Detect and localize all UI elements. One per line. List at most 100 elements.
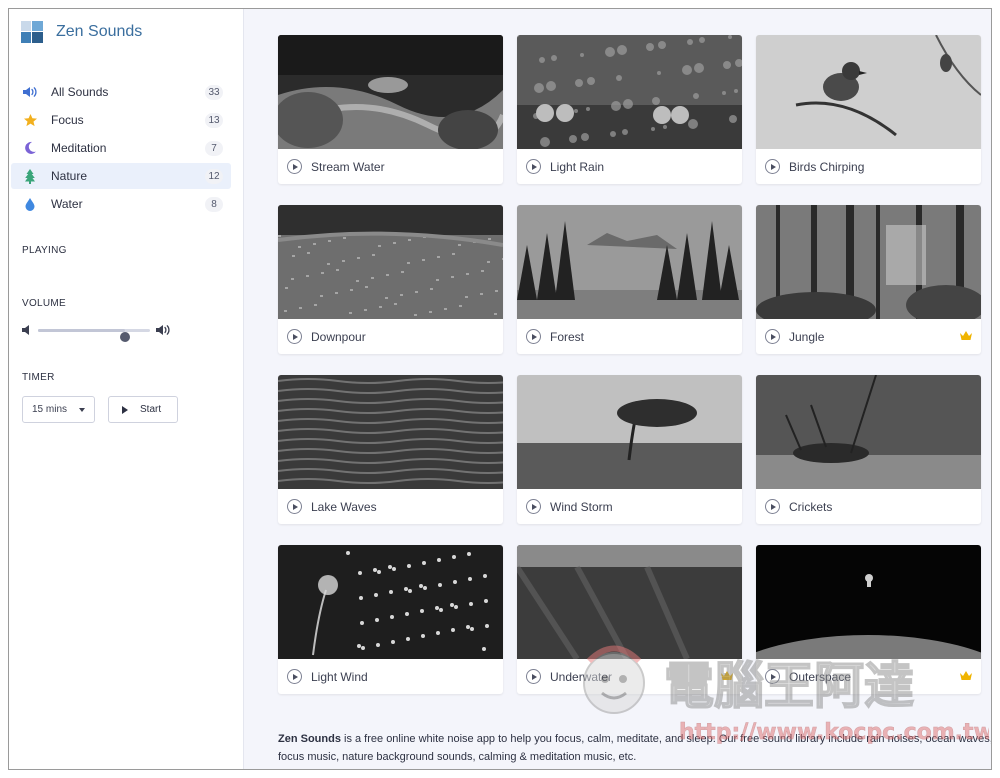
play-icon (122, 405, 128, 414)
sound-thumbnail (756, 35, 981, 149)
sound-card-light-wind[interactable]: Light Wind (278, 545, 503, 694)
droplet-icon (21, 196, 39, 212)
category-nav: All Sounds 33 Focus 13 Meditation 7 Nature 12 Wa… (11, 79, 231, 219)
sound-card-footer: Stream Water (278, 149, 503, 184)
sound-image (517, 205, 742, 319)
speaker-icon (21, 84, 39, 100)
sound-card-footer: Crickets (756, 489, 981, 524)
sound-image (278, 205, 503, 319)
sidebar-item-count: 12 (205, 168, 223, 184)
sound-title: Forest (550, 329, 585, 344)
sound-card-footer: Forest (517, 319, 742, 354)
playing-heading: PLAYING (22, 245, 67, 256)
sidebar-item-meditation[interactable]: Meditation 7 (11, 135, 231, 161)
play-icon[interactable] (526, 159, 541, 174)
sound-image (756, 35, 981, 149)
crown-icon (960, 671, 972, 680)
play-icon[interactable] (287, 159, 302, 174)
sound-thumbnail (756, 545, 981, 659)
play-icon[interactable] (287, 329, 302, 344)
sound-card-footer: Wind Storm (517, 489, 742, 524)
sound-title: Downpour (311, 329, 366, 344)
about-brand: Zen Sounds (278, 733, 341, 745)
volume-slider-thumb[interactable] (120, 332, 131, 342)
sound-thumbnail (756, 375, 981, 489)
volume-control (22, 322, 172, 342)
star-icon (21, 112, 39, 128)
volume-slider[interactable] (38, 329, 150, 342)
sound-thumbnail (517, 545, 742, 659)
volume-low-icon[interactable] (22, 324, 32, 336)
sidebar-item-label: Nature (51, 169, 88, 183)
sound-card-footer: Birds Chirping (756, 149, 981, 184)
crown-icon (960, 331, 972, 340)
play-icon[interactable] (765, 499, 780, 514)
logo[interactable]: Zen Sounds (21, 21, 142, 43)
sound-image (756, 205, 981, 319)
timer-select[interactable]: 15 mins (22, 396, 95, 423)
app-window: Zen Sounds All Sounds 33 Focus 13 Meditation… (8, 8, 992, 770)
moon-icon (21, 140, 39, 156)
sidebar-item-nature[interactable]: Nature 12 (11, 163, 231, 189)
sound-title: Underwater (550, 669, 613, 684)
sound-card-jungle[interactable]: Jungle (756, 205, 981, 354)
sound-title: Outerspace (789, 669, 852, 684)
sound-card-downpour[interactable]: Downpour (278, 205, 503, 354)
volume-heading: VOLUME (22, 298, 67, 309)
about-text: Zen Sounds is a free online white noise … (278, 730, 991, 766)
sound-thumbnail (278, 545, 503, 659)
sidebar-item-count: 7 (205, 140, 223, 156)
crown-icon (721, 671, 733, 680)
logo-icon (21, 21, 43, 43)
timer-start-button[interactable]: Start (108, 396, 178, 423)
sound-thumbnail (517, 205, 742, 319)
sound-card-footer: Light Rain (517, 149, 742, 184)
sound-card-footer: Jungle (756, 319, 981, 354)
sound-card-birds-chirping[interactable]: Birds Chirping (756, 35, 981, 184)
sound-thumbnail (756, 205, 981, 319)
sound-card-wind-storm[interactable]: Wind Storm (517, 375, 742, 524)
sidebar-item-water[interactable]: Water 8 (11, 191, 231, 217)
sound-card-stream-water[interactable]: Stream Water (278, 35, 503, 184)
sound-card-forest[interactable]: Forest (517, 205, 742, 354)
sound-card-underwater[interactable]: Underwater (517, 545, 742, 694)
sound-title: Lake Waves (311, 499, 377, 514)
sidebar-item-all-sounds[interactable]: All Sounds 33 (11, 79, 231, 105)
sound-title: Light Wind (311, 669, 368, 684)
sound-image (517, 35, 742, 149)
sound-thumbnail (278, 205, 503, 319)
play-icon[interactable] (526, 499, 541, 514)
play-icon[interactable] (526, 669, 541, 684)
sound-card-footer: Light Wind (278, 659, 503, 694)
sound-card-crickets[interactable]: Crickets (756, 375, 981, 524)
play-icon[interactable] (526, 329, 541, 344)
chevron-down-icon (79, 408, 85, 412)
sidebar-item-label: Meditation (51, 141, 107, 155)
timer-heading: TIMER (22, 372, 55, 383)
sound-thumbnail (517, 35, 742, 149)
sound-title: Stream Water (311, 159, 385, 174)
sidebar-item-label: All Sounds (51, 85, 109, 99)
sound-thumbnail (517, 375, 742, 489)
sidebar-item-focus[interactable]: Focus 13 (11, 107, 231, 133)
sound-image (278, 35, 503, 149)
sound-card-light-rain[interactable]: Light Rain (517, 35, 742, 184)
play-icon[interactable] (765, 329, 780, 344)
sound-card-lake-waves[interactable]: Lake Waves (278, 375, 503, 524)
sound-image (756, 375, 981, 489)
play-icon[interactable] (287, 499, 302, 514)
sound-card-outerspace[interactable]: Outerspace (756, 545, 981, 694)
play-icon[interactable] (765, 159, 780, 174)
sound-card-footer: Underwater (517, 659, 742, 694)
play-icon[interactable] (765, 669, 780, 684)
volume-high-icon[interactable] (156, 324, 172, 336)
sound-image (278, 375, 503, 489)
play-icon[interactable] (287, 669, 302, 684)
sound-image (517, 545, 742, 659)
sound-card-footer: Lake Waves (278, 489, 503, 524)
sound-image (278, 545, 503, 659)
sound-image (517, 375, 742, 489)
sound-title: Light Rain (550, 159, 605, 174)
sidebar-item-count: 33 (205, 84, 223, 100)
sidebar-item-label: Water (51, 197, 83, 211)
